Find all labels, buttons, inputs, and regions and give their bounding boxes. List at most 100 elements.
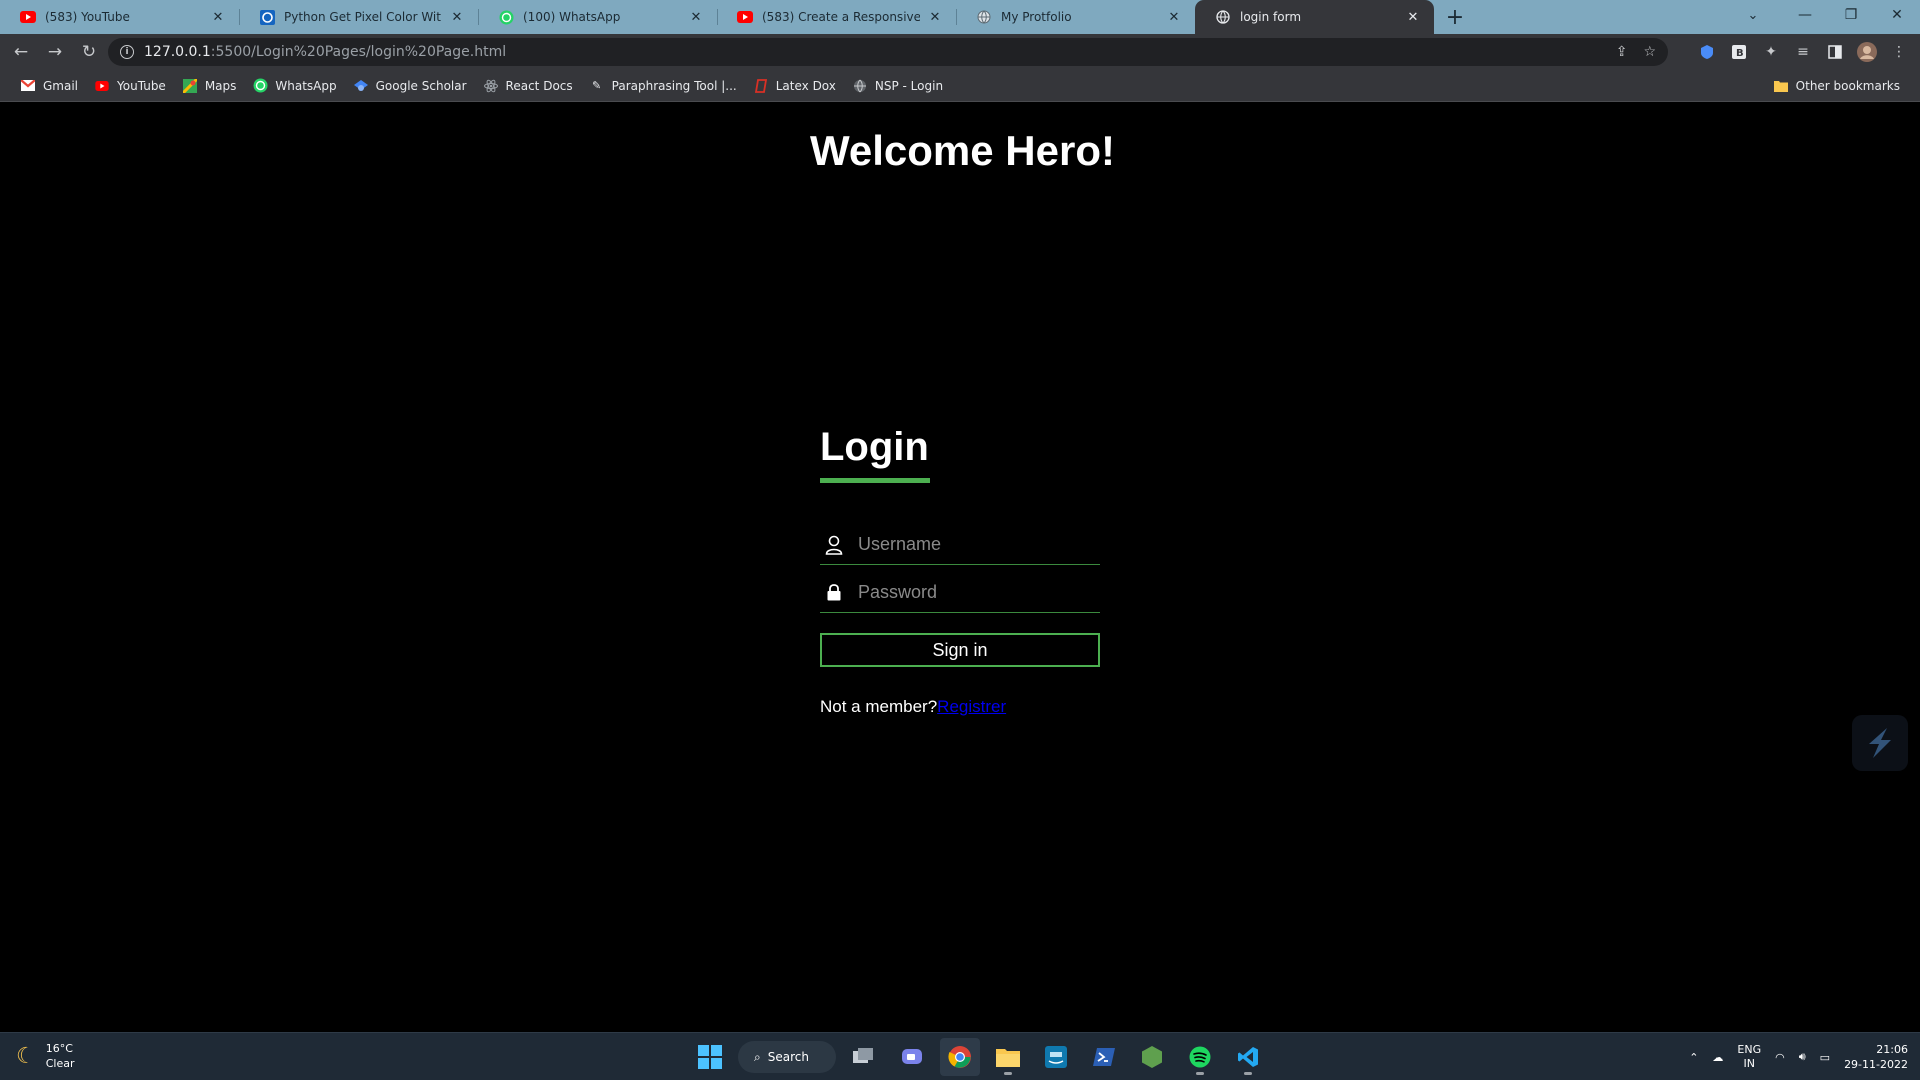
bookmark-label: Paraphrasing Tool |... [611, 78, 737, 93]
bookmark-label: Gmail [43, 78, 79, 93]
tab-strip: (583) YouTube ✕ Python Get Pixel Color W… [0, 0, 1920, 34]
teams-chat-icon[interactable] [892, 1038, 932, 1076]
browser-toolbar: ← → ↻ i 127.0.0.1:5500/Login%20Pages/log… [0, 34, 1920, 70]
react-icon [483, 78, 499, 94]
password-field [820, 573, 1100, 613]
bookmark-nsp-login[interactable]: NSP - Login [844, 73, 951, 99]
extension-shield-icon[interactable] [1694, 39, 1720, 65]
bookmark-google-scholar[interactable]: Google Scholar [345, 73, 475, 99]
lang-bottom: IN [1743, 1057, 1755, 1070]
tab-title: My Protfolio [1001, 10, 1072, 24]
bookmark-youtube[interactable]: YouTube [86, 73, 174, 99]
tab-title: (100) WhatsApp [523, 10, 621, 24]
address-bar[interactable]: i 127.0.0.1:5500/Login%20Pages/login%20P… [108, 38, 1668, 66]
youtube-icon [20, 9, 36, 25]
tab-search-chevron-icon[interactable]: ⌄ [1736, 0, 1770, 30]
bookmark-label: YouTube [117, 78, 166, 93]
close-tab-icon[interactable]: ✕ [209, 8, 227, 26]
volume-icon[interactable]: 🔊︎ [1799, 1050, 1806, 1064]
other-bookmarks[interactable]: Other bookmarks [1765, 73, 1908, 99]
tab-title: (583) YouTube [45, 10, 130, 24]
onedrive-cloud-icon[interactable]: ☁ [1712, 1051, 1723, 1064]
search-icon: ⌕ [754, 1049, 761, 1064]
bookmark-star-icon[interactable]: ☆ [1643, 44, 1656, 60]
close-tab-icon[interactable]: ✕ [448, 8, 466, 26]
weather-desc: Clear [45, 1057, 75, 1070]
menu-kebab-icon[interactable]: ⋮ [1886, 39, 1912, 65]
tab-python-pixel[interactable]: Python Get Pixel Color With Code ✕ [239, 0, 478, 34]
bookmark-whatsapp[interactable]: WhatsApp [244, 73, 344, 99]
username-field [820, 525, 1100, 565]
omnibox-actions: ⇪ ☆ [1616, 38, 1656, 66]
close-tab-icon[interactable]: ✕ [1404, 8, 1422, 26]
whatsapp-icon [498, 9, 514, 25]
extensions-puzzle-icon[interactable]: ✦ [1758, 39, 1784, 65]
bookmark-label: WhatsApp [275, 78, 337, 93]
lock-icon [822, 584, 846, 601]
language-indicator[interactable]: ENG IN [1737, 1043, 1761, 1071]
page-viewport: Welcome Hero! Login Sign in Not a member… [0, 103, 1920, 1032]
taskbar-apps: ⌕ Search [690, 1038, 1268, 1076]
sign-in-button[interactable]: Sign in [820, 633, 1100, 667]
taskbar-search[interactable]: ⌕ Search [738, 1041, 836, 1073]
file-explorer-icon[interactable] [988, 1038, 1028, 1076]
extension-b-icon[interactable]: B [1726, 39, 1752, 65]
close-tab-icon[interactable]: ✕ [687, 8, 705, 26]
powershell-icon[interactable] [1084, 1038, 1124, 1076]
password-input[interactable] [858, 582, 1088, 603]
forward-arrow-icon[interactable]: → [38, 37, 72, 67]
bookmark-label: Google Scholar [375, 78, 467, 93]
chrome-icon[interactable] [940, 1038, 980, 1076]
bookmark-maps[interactable]: Maps [174, 73, 245, 99]
battery-icon[interactable]: ▭ [1820, 1051, 1830, 1064]
tab-whatsapp[interactable]: (100) WhatsApp ✕ [478, 0, 717, 34]
share-icon[interactable]: ⇪ [1616, 44, 1628, 60]
new-tab-button[interactable]: + [1438, 0, 1472, 34]
address-url: 127.0.0.1:5500/Login%20Pages/login%20Pag… [144, 44, 506, 60]
task-view-icon[interactable] [844, 1038, 884, 1076]
register-link[interactable]: Registrer [937, 697, 1006, 716]
close-tab-icon[interactable]: ✕ [926, 8, 944, 26]
tab-login-form[interactable]: login form ✕ [1195, 0, 1434, 34]
clock[interactable]: 21:06 29-11-2022 [1844, 1042, 1908, 1072]
reading-list-icon[interactable]: ≡ [1790, 39, 1816, 65]
side-panel-icon[interactable] [1822, 39, 1848, 65]
start-button[interactable] [690, 1038, 730, 1076]
weather-temp: 16°C [45, 1042, 73, 1055]
close-window-icon[interactable]: ✕ [1874, 0, 1920, 30]
site-info-icon[interactable]: i [120, 45, 134, 59]
username-input[interactable] [858, 534, 1088, 555]
taskbar-search-label: Search [767, 1050, 809, 1064]
reload-icon[interactable]: ↻ [72, 37, 106, 67]
tab-youtube-responsive[interactable]: (583) Create a Responsive Person ✕ [717, 0, 956, 34]
bookmark-gmail[interactable]: Gmail [12, 73, 86, 99]
whatsapp-icon [252, 78, 268, 94]
minimize-icon[interactable]: — [1782, 0, 1828, 30]
clock-time: 21:06 [1876, 1043, 1908, 1056]
floating-extension-widget[interactable] [1852, 715, 1908, 771]
bookmark-paraphrasing-tool[interactable]: ✎ Paraphrasing Tool |... [581, 73, 745, 99]
chevron-up-icon[interactable]: ⌃ [1689, 1051, 1698, 1064]
bookmark-react-docs[interactable]: React Docs [475, 73, 581, 99]
weather-widget[interactable]: ☾ 16°C Clear [16, 1041, 75, 1071]
vscode-icon[interactable] [1228, 1038, 1268, 1076]
youtube-icon [737, 9, 753, 25]
tab-youtube[interactable]: (583) YouTube ✕ [0, 0, 239, 34]
bookmark-label: React Docs [505, 78, 573, 93]
wifi-icon[interactable]: ◠ [1775, 1051, 1785, 1064]
tab-portfolio[interactable]: My Protfolio ✕ [956, 0, 1195, 34]
back-arrow-icon[interactable]: ← [4, 37, 38, 67]
profile-avatar[interactable] [1854, 39, 1880, 65]
window-controls: — ❐ ✕ [1782, 0, 1920, 30]
close-tab-icon[interactable]: ✕ [1165, 8, 1183, 26]
nodejs-icon[interactable] [1132, 1038, 1172, 1076]
bookmark-latex-dox[interactable]: Latex Dox [745, 73, 844, 99]
spotify-icon[interactable] [1180, 1038, 1220, 1076]
login-title: Login [820, 425, 930, 483]
lang-top: ENG [1737, 1043, 1762, 1056]
login-form: Login Sign in Not a member?Registrer [820, 425, 1100, 717]
tab-title: login form [1240, 10, 1302, 24]
prime-video-icon[interactable] [1036, 1038, 1076, 1076]
register-prompt: Not a member?Registrer [820, 697, 1100, 717]
restore-icon[interactable]: ❐ [1828, 0, 1874, 30]
